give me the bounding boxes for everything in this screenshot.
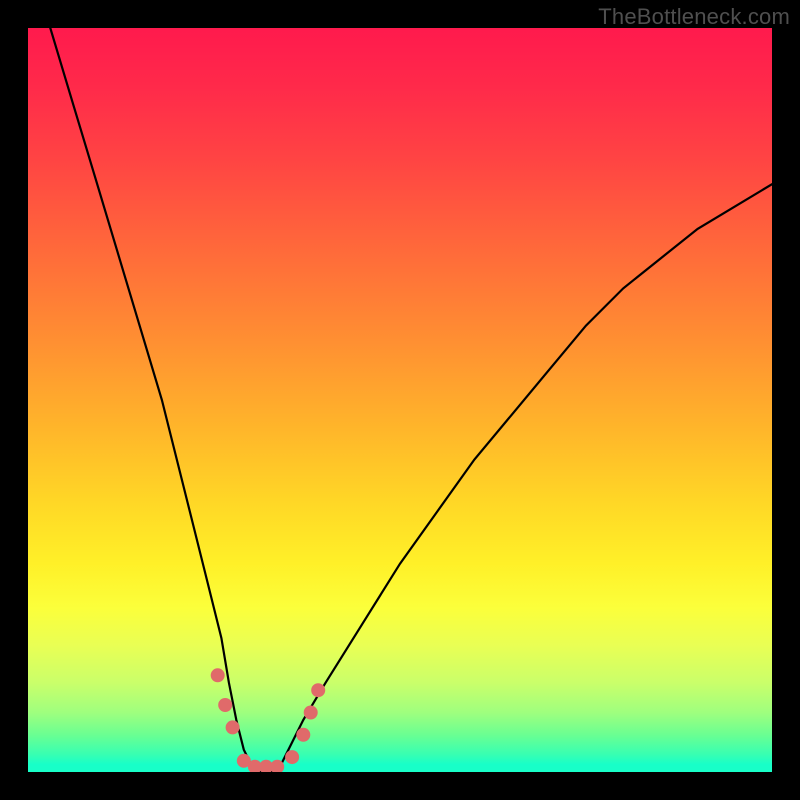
plot-area bbox=[28, 28, 772, 772]
chart-frame: TheBottleneck.com bbox=[0, 0, 800, 800]
curve-marker bbox=[304, 706, 318, 720]
curve-marker bbox=[296, 728, 310, 742]
curve-marker bbox=[218, 698, 232, 712]
curve-marker bbox=[311, 683, 325, 697]
curve-marker bbox=[226, 720, 240, 734]
curve-marker bbox=[285, 750, 299, 764]
bottleneck-curve bbox=[28, 28, 772, 772]
curve-marker bbox=[211, 668, 225, 682]
watermark-text: TheBottleneck.com bbox=[598, 4, 790, 30]
